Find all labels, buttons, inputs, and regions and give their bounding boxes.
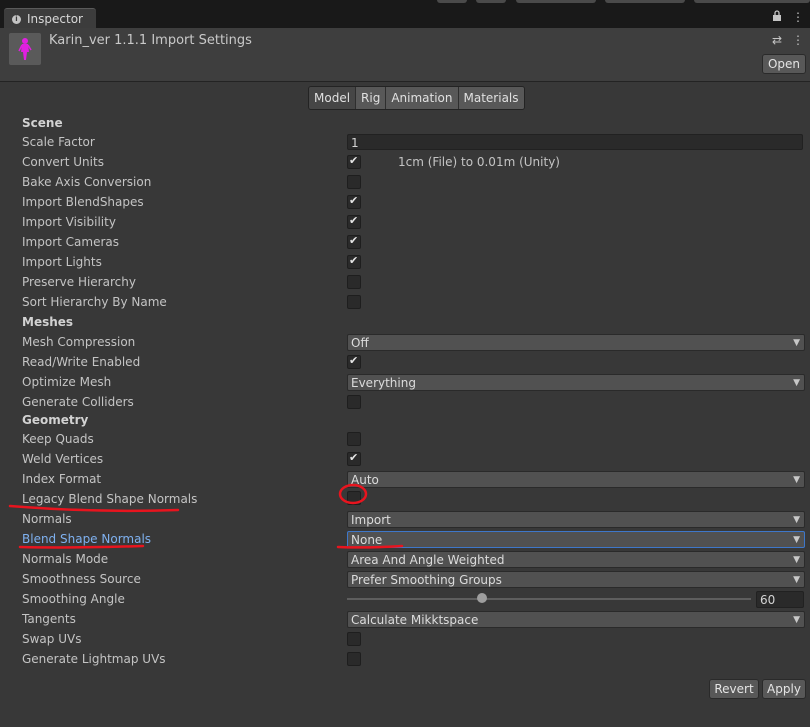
smoothing-angle-input[interactable]: 60 <box>756 591 804 608</box>
normals-mode-dropdown[interactable]: Area And Angle Weighted ▼ <box>347 551 805 568</box>
bake-axis-checkbox[interactable] <box>347 175 361 189</box>
smoothness-source-dropdown[interactable]: Prefer Smoothing Groups ▼ <box>347 571 805 588</box>
more-vert-icon[interactable]: ⋮ <box>792 33 804 47</box>
optimize-mesh-dropdown[interactable]: Everything ▼ <box>347 374 805 391</box>
keep-quads-label: Keep Quads <box>22 432 94 446</box>
toolbar-button-stub[interactable] <box>516 0 596 3</box>
import-visibility-checkbox[interactable] <box>347 214 361 229</box>
index-format-label: Index Format <box>22 472 102 486</box>
smoothness-source-value: Prefer Smoothing Groups <box>351 573 502 587</box>
blend-shape-normals-label: Blend Shape Normals <box>22 532 152 546</box>
revert-button[interactable]: Revert <box>709 679 759 699</box>
annotation-underline <box>8 504 180 513</box>
model-asset-icon <box>9 33 41 65</box>
preset-icon[interactable]: ⇄ <box>772 33 782 47</box>
section-heading-geometry: Geometry <box>22 413 89 427</box>
keep-quads-checkbox[interactable] <box>347 432 361 446</box>
import-visibility-label: Import Visibility <box>22 215 116 229</box>
generate-lightmap-uvs-label: Generate Lightmap UVs <box>22 652 166 666</box>
mesh-compression-label: Mesh Compression <box>22 335 136 349</box>
tab-animation[interactable]: Animation <box>385 87 458 109</box>
toolbar-button-stub[interactable] <box>605 0 685 3</box>
lock-icon[interactable] <box>772 10 782 24</box>
optimize-mesh-label: Optimize Mesh <box>22 375 112 389</box>
preserve-hierarchy-checkbox[interactable] <box>347 275 361 289</box>
inspector-header: Karin_ver 1.1.1 Import Settings ⇄ ⋮ <box>0 28 810 82</box>
smoothing-angle-slider-handle[interactable] <box>476 593 487 603</box>
mesh-compression-dropdown[interactable]: Off ▼ <box>347 334 805 351</box>
read-write-checkbox[interactable] <box>347 354 361 369</box>
toolbar-button-stub[interactable] <box>694 0 810 3</box>
inspector-tab[interactable]: i Inspector <box>4 8 96 29</box>
asset-title: Karin_ver 1.1.1 Import Settings <box>49 33 252 48</box>
import-blendshapes-checkbox[interactable] <box>347 194 361 209</box>
chevron-down-icon: ▼ <box>793 535 800 545</box>
weld-vertices-checkbox[interactable] <box>347 451 361 466</box>
sort-hierarchy-checkbox[interactable] <box>347 295 361 309</box>
import-cameras-checkbox[interactable] <box>347 234 361 249</box>
tab-model[interactable]: Model <box>309 87 356 109</box>
editor-tab-strip <box>0 0 810 28</box>
legacy-blend-shape-normals-checkbox[interactable] <box>347 491 361 505</box>
mesh-compression-value: Off <box>351 336 369 350</box>
tab-rig[interactable]: Rig <box>355 87 386 109</box>
info-icon: i <box>12 14 21 24</box>
smoothing-angle-slider-track[interactable] <box>347 598 751 600</box>
scale-factor-input[interactable]: 1 <box>347 134 803 150</box>
annotation-underline <box>18 544 145 549</box>
smoothness-source-label: Smoothness Source <box>22 572 141 586</box>
convert-units-checkbox[interactable] <box>347 154 361 169</box>
tangents-dropdown[interactable]: Calculate Mikktspace ▼ <box>347 611 805 628</box>
preserve-hierarchy-label: Preserve Hierarchy <box>22 275 136 289</box>
chevron-down-icon: ▼ <box>793 515 800 525</box>
scale-factor-label: Scale Factor <box>22 135 95 149</box>
smoothing-angle-label: Smoothing Angle <box>22 592 125 606</box>
generate-lightmap-uvs-checkbox[interactable] <box>347 652 361 666</box>
import-blendshapes-label: Import BlendShapes <box>22 195 144 209</box>
tab-materials[interactable]: Materials <box>457 87 524 109</box>
sort-hierarchy-label: Sort Hierarchy By Name <box>22 295 167 309</box>
import-settings-tabs: Model Rig Animation Materials <box>308 86 525 110</box>
legacy-blend-shape-normals-label: Legacy Blend Shape Normals <box>22 492 198 506</box>
import-lights-checkbox[interactable] <box>347 254 361 269</box>
inspector-tab-label: Inspector <box>27 12 83 26</box>
toolbar-button-stub[interactable] <box>437 0 467 3</box>
generate-colliders-label: Generate Colliders <box>22 395 134 409</box>
read-write-label: Read/Write Enabled <box>22 355 141 369</box>
blend-shape-normals-dropdown[interactable]: None ▼ <box>347 531 805 548</box>
blend-shape-normals-value: None <box>351 533 383 547</box>
convert-units-label: Convert Units <box>22 155 104 169</box>
section-heading-scene: Scene <box>22 116 63 130</box>
chevron-down-icon: ▼ <box>793 555 800 565</box>
index-format-dropdown[interactable]: Auto ▼ <box>347 471 805 488</box>
toolbar-button-stub[interactable] <box>476 0 506 3</box>
index-format-value: Auto <box>351 473 379 487</box>
bake-axis-label: Bake Axis Conversion <box>22 175 152 189</box>
normals-mode-value: Area And Angle Weighted <box>351 553 505 567</box>
normals-mode-label: Normals Mode <box>22 552 109 566</box>
generate-colliders-checkbox[interactable] <box>347 395 361 409</box>
open-button[interactable]: Open <box>762 54 806 74</box>
chevron-down-icon: ▼ <box>793 575 800 585</box>
tangents-label: Tangents <box>22 612 76 626</box>
swap-uvs-label: Swap UVs <box>22 632 82 646</box>
section-heading-meshes: Meshes <box>22 315 74 329</box>
convert-units-note: 1cm (File) to 0.01m (Unity) <box>398 155 560 169</box>
import-lights-label: Import Lights <box>22 255 102 269</box>
normals-dropdown[interactable]: Import ▼ <box>347 511 805 528</box>
swap-uvs-checkbox[interactable] <box>347 632 361 646</box>
optimize-mesh-value: Everything <box>351 376 416 390</box>
normals-value: Import <box>351 513 391 527</box>
chevron-down-icon: ▼ <box>793 378 800 388</box>
more-vert-icon[interactable]: ⋮ <box>792 10 804 24</box>
chevron-down-icon: ▼ <box>793 338 800 348</box>
tangents-value: Calculate Mikktspace <box>351 613 479 627</box>
chevron-down-icon: ▼ <box>793 475 800 485</box>
weld-vertices-label: Weld Vertices <box>22 452 104 466</box>
import-cameras-label: Import Cameras <box>22 235 119 249</box>
chevron-down-icon: ▼ <box>793 615 800 625</box>
normals-label: Normals <box>22 512 72 526</box>
apply-button[interactable]: Apply <box>762 679 806 699</box>
